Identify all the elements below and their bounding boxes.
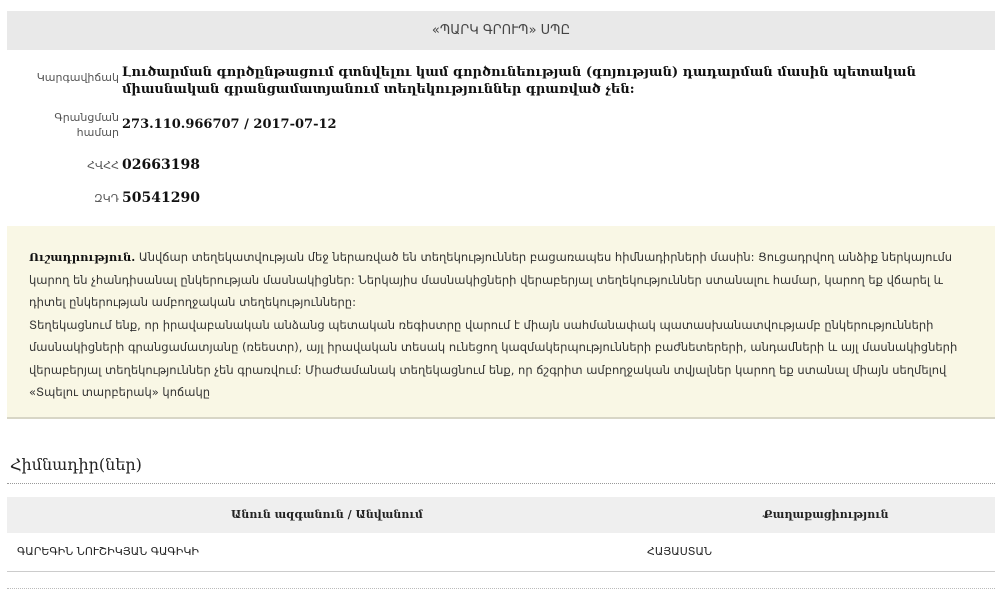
table-bottom-divider xyxy=(7,588,995,589)
founder-name: ԳԱՐԵԳԻՆ ՆՈՒՇԻԿՅԱՆ ԳԱԳԻԿԻ xyxy=(17,545,199,558)
ssn-value: 50541290 xyxy=(122,190,200,206)
column-header-citizenship: Քաղաքացիություն xyxy=(763,508,889,521)
status-value: Լուծարման գործընթացում գտնվելու կամ գործ… xyxy=(122,65,916,97)
table-row: ԳԱՐԵԳԻՆ ՆՈՒՇԻԿՅԱՆ ԳԱԳԻԿԻ ՀԱՅԱՍՏԱՆ xyxy=(7,533,995,572)
founders-section-title: Հիմնադիր(ներ) xyxy=(10,455,142,474)
tin-value: 02663198 xyxy=(122,157,200,173)
notice-text-2: Տեղեկացնում ենք, որ իրավաբանական անձանց … xyxy=(29,317,958,400)
notice-heading: Ուշադրություն. xyxy=(29,250,136,264)
company-title: «ՊԱՐԿ ԳՐՈՒՊ» ՍՊԸ xyxy=(431,23,571,38)
tin-label: ՀՎՀՀ xyxy=(87,159,119,172)
registration-label: Գրանցման համար xyxy=(54,111,119,139)
company-title-bar: «ՊԱՐԿ ԳՐՈՒՊ» ՍՊԸ xyxy=(7,11,995,50)
status-label: Կարգավիճակ xyxy=(36,71,119,84)
founders-table-header: Անուն ազգանուն / Անվանում Քաղաքացիությու… xyxy=(7,497,995,533)
notice-text-1: Անվճար տեղեկատվության մեջ ներառված են տե… xyxy=(29,250,953,309)
section-divider xyxy=(7,483,995,484)
column-header-name: Անուն ազգանուն / Անվանում xyxy=(231,508,423,521)
registration-value: 273.110.966707 / 2017-07-12 xyxy=(122,117,337,132)
notice-paragraph-1: Ուշադրություն. Անվճար տեղեկատվության մեջ… xyxy=(29,246,979,314)
ssn-label: ԶԿԴ xyxy=(94,192,119,205)
founder-citizenship: ՀԱՅԱՍՏԱՆ xyxy=(647,545,712,558)
notice-box: Ուշադրություն. Անվճար տեղեկատվության մեջ… xyxy=(7,226,995,419)
